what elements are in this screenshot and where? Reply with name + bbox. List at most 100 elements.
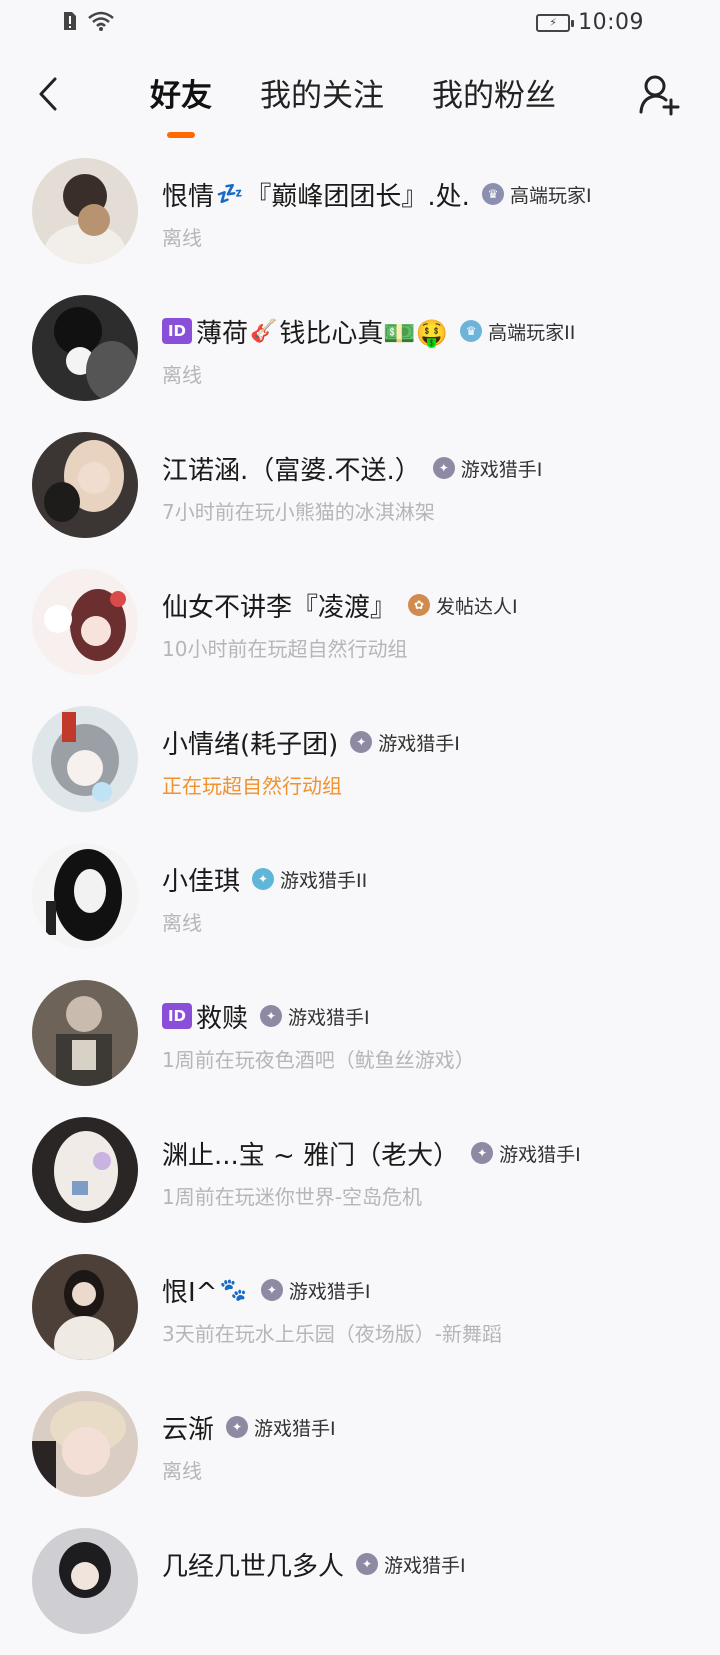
avatar[interactable] xyxy=(32,1117,138,1223)
hunter-icon: ✦ xyxy=(252,868,275,890)
friend-name: 仙女不讲李『凌渡』 xyxy=(162,592,397,623)
id-icon: ID xyxy=(162,318,192,344)
id-icon: ID xyxy=(162,1003,192,1029)
tab-fans[interactable]: 我的粉丝 xyxy=(432,76,556,116)
friend-name: 薄荷 xyxy=(196,318,249,349)
avatar[interactable] xyxy=(32,843,138,949)
friend-name: 小情绪(耗子团) xyxy=(162,729,339,760)
hunter-icon: ✦ xyxy=(432,457,455,479)
wifi-icon xyxy=(88,10,114,36)
avatar[interactable] xyxy=(32,706,138,812)
header: 好友 我的关注 我的粉丝 xyxy=(0,58,720,148)
friend-status: 离线 xyxy=(162,1459,202,1483)
add-user-icon xyxy=(639,75,680,116)
level-badge: ✦ 游戏猎手I xyxy=(471,1140,581,1167)
status-icons-right: ⚡ 10:09 xyxy=(536,10,644,35)
status-icons-left xyxy=(62,10,114,36)
name-row: 江诺涵.（富婆.不送.） ✦ 游戏猎手I xyxy=(162,448,542,488)
trophy-icon: ♛ xyxy=(481,183,504,205)
friend-row[interactable]: 恨I^ 🐾 ✦ 游戏猎手I 3天前在玩水上乐园（夜场版）-新舞蹈 xyxy=(0,1244,720,1381)
tab-indicator xyxy=(167,132,195,138)
hunter-icon: ✦ xyxy=(260,1279,283,1301)
friend-status: 10小时前在玩超自然行动组 xyxy=(162,637,408,661)
battery-charging-icon: ⚡ xyxy=(536,13,575,32)
avatar[interactable] xyxy=(32,432,138,538)
name-row: 几经几世几多人 ✦ 游戏猎手I xyxy=(162,1544,466,1584)
add-friend-button[interactable] xyxy=(634,70,684,120)
level-badge: ✦ 游戏猎手I xyxy=(260,1003,370,1030)
level-badge: ✦ 游戏猎手I xyxy=(356,1551,466,1578)
friend-name: 恨I^ xyxy=(162,1277,218,1308)
level-badge: ✦ 游戏猎手I xyxy=(226,1414,336,1441)
avatar[interactable] xyxy=(32,1528,138,1634)
badge-label: 游戏猎手I xyxy=(254,1417,336,1440)
hunter-icon: ✦ xyxy=(350,731,373,753)
friend-name-suffix: 钱比心真💵🤑 xyxy=(279,318,449,349)
friend-name-suffix: 『巅峰团团长』.处. xyxy=(245,181,470,212)
tab-friends[interactable]: 好友 xyxy=(150,76,212,116)
name-row: 仙女不讲李『凌渡』 ✿ 发帖达人I xyxy=(162,585,518,625)
friend-row[interactable]: 小佳琪 ✦ 游戏猎手II 离线 xyxy=(0,833,720,970)
avatar[interactable] xyxy=(32,1391,138,1497)
friend-row[interactable]: 渊止...宝 ~ 雅门（老大） ✦ 游戏猎手I 1周前在玩迷你世界-空岛危机 xyxy=(0,1107,720,1244)
avatar[interactable] xyxy=(32,295,138,401)
friend-status: 正在玩超自然行动组 xyxy=(162,774,342,798)
badge-label: 游戏猎手I xyxy=(288,1006,370,1029)
level-badge: ♛ 高端玩家I xyxy=(481,181,592,208)
level-badge: ✿ 发帖达人I xyxy=(408,592,518,619)
friend-name: 小佳琪 xyxy=(162,866,241,897)
chevron-left-icon xyxy=(39,77,57,111)
badge-label: 游戏猎手II xyxy=(280,869,368,892)
post-icon: ✿ xyxy=(408,594,431,616)
friend-status: 3天前在玩水上乐园（夜场版）-新舞蹈 xyxy=(162,1322,502,1346)
trophy-icon: ♛ xyxy=(460,320,483,342)
tab-following[interactable]: 我的关注 xyxy=(260,76,384,116)
friend-status: 1周前在玩迷你世界-空岛危机 xyxy=(162,1185,422,1209)
name-row: 小佳琪 ✦ 游戏猎手II xyxy=(162,859,367,899)
friend-row[interactable]: 小情绪(耗子团) ✦ 游戏猎手I 正在玩超自然行动组 xyxy=(0,696,720,833)
friend-status: 离线 xyxy=(162,363,202,387)
sim-alert-icon xyxy=(62,10,78,36)
badge-label: 高端玩家I xyxy=(509,184,592,207)
level-badge: ✦ 游戏猎手I xyxy=(432,455,543,482)
friend-row[interactable]: 恨情 💤 『巅峰团团长』.处. ♛ 高端玩家I 离线 xyxy=(0,148,720,285)
badge-label: 游戏猎手I xyxy=(499,1143,581,1166)
name-row: 云渐 ✦ 游戏猎手I xyxy=(162,1407,336,1447)
name-row: ID 薄荷 🎸 钱比心真💵🤑 ♛ 高端玩家II xyxy=(162,311,575,351)
hunter-icon: ✦ xyxy=(260,1005,283,1027)
avatar[interactable] xyxy=(32,1254,138,1360)
name-row: 小情绪(耗子团) ✦ 游戏猎手I xyxy=(162,722,460,762)
hunter-icon: ✦ xyxy=(226,1416,249,1438)
friend-status: 1周前在玩夜色酒吧（鱿鱼丝游戏） xyxy=(162,1048,475,1072)
friend-row[interactable]: 仙女不讲李『凌渡』 ✿ 发帖达人I 10小时前在玩超自然行动组 xyxy=(0,559,720,696)
clock: 10:09 xyxy=(578,10,644,35)
level-badge: ✦ 游戏猎手II xyxy=(252,866,367,893)
badge-label: 游戏猎手I xyxy=(460,458,543,481)
name-row: 恨情 💤 『巅峰团团长』.处. ♛ 高端玩家I xyxy=(162,174,592,214)
hunter-icon: ✦ xyxy=(471,1142,494,1164)
friend-list: 恨情 💤 『巅峰团团长』.处. ♛ 高端玩家I 离线 ID 薄荷 🎸 钱比心真💵… xyxy=(0,148,720,1655)
level-badge: ✦ 游戏猎手I xyxy=(260,1277,371,1304)
guitar-emoji: 🎸 xyxy=(250,318,278,344)
friend-status: 离线 xyxy=(162,226,202,250)
name-row: 渊止...宝 ~ 雅门（老大） ✦ 游戏猎手I xyxy=(162,1133,581,1173)
friend-name: 几经几世几多人 xyxy=(162,1551,345,1582)
friend-row[interactable]: 几经几世几多人 ✦ 游戏猎手I xyxy=(0,1518,720,1655)
level-badge: ✦ 游戏猎手I xyxy=(350,729,460,756)
badge-label: 游戏猎手I xyxy=(288,1280,371,1303)
badge-label: 游戏猎手I xyxy=(378,732,460,755)
name-row: ID 救赎 ✦ 游戏猎手I xyxy=(162,996,370,1036)
avatar[interactable] xyxy=(32,158,138,264)
friend-row[interactable]: 云渐 ✦ 游戏猎手I 离线 xyxy=(0,1381,720,1518)
avatar[interactable] xyxy=(32,569,138,675)
paw-emoji: 🐾 xyxy=(219,1277,247,1303)
friend-row[interactable]: ID 薄荷 🎸 钱比心真💵🤑 ♛ 高端玩家II 离线 xyxy=(0,285,720,422)
friend-name: 云渐 xyxy=(162,1414,215,1445)
back-button[interactable] xyxy=(26,72,70,116)
friend-name: 救赎 xyxy=(196,1003,249,1034)
friend-row[interactable]: 江诺涵.（富婆.不送.） ✦ 游戏猎手I 7小时前在玩小熊猫的冰淇淋架 xyxy=(0,422,720,559)
avatar[interactable] xyxy=(32,980,138,1086)
sleep-emoji: 💤 xyxy=(216,181,244,207)
friend-row[interactable]: ID 救赎 ✦ 游戏猎手I 1周前在玩夜色酒吧（鱿鱼丝游戏） xyxy=(0,970,720,1107)
friend-name: 恨情 xyxy=(162,181,215,212)
